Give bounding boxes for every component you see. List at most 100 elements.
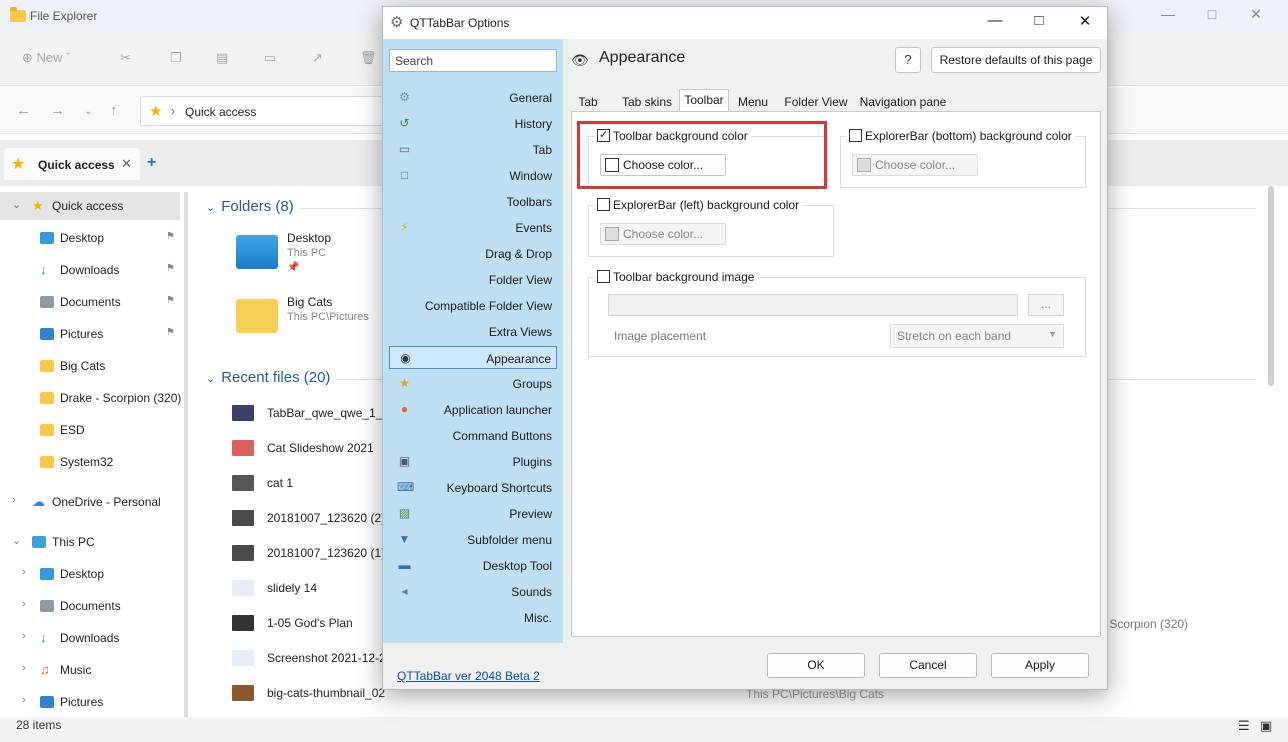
chevron-down-icon[interactable]: ⌄: [12, 198, 21, 211]
recent-files-header[interactable]: ⌄ Recent files (20): [206, 369, 330, 386]
explorerbar-bottom-color-checkbox[interactable]: ExplorerBar (bottom) background color: [846, 129, 1075, 147]
category-sounds[interactable]: ◂ Sounds: [389, 580, 557, 603]
sidebar-item[interactable]: System32: [0, 448, 180, 476]
toolbar-bg-image-checkbox[interactable]: Toolbar background image: [594, 270, 758, 288]
minimize-icon[interactable]: —: [973, 12, 1017, 29]
delete-icon[interactable]: 🗑: [360, 50, 377, 66]
choose-explorerbar-bottom-color-button[interactable]: Choose color...: [852, 154, 978, 176]
image-path-field[interactable]: [608, 294, 1018, 316]
folders-header[interactable]: ⌄ Folders (8): [206, 198, 294, 215]
forward-icon[interactable]: →: [50, 102, 65, 119]
tab-menu[interactable]: Menu: [731, 91, 775, 111]
recent-locations-icon[interactable]: ⌄: [84, 106, 92, 117]
sidebar-item[interactable]: ↓ Downloads ⚑: [0, 256, 180, 284]
tab-navigation-pane[interactable]: Navigation pane: [857, 91, 949, 111]
explorerbar-left-color-checkbox[interactable]: ExplorerBar (left) background color: [594, 198, 803, 216]
category-appearance[interactable]: ◉ Appearance: [389, 346, 557, 369]
back-icon[interactable]: ←: [16, 102, 31, 119]
category-extra-views[interactable]: Extra Views: [389, 320, 557, 343]
sidebar-item[interactable]: Desktop ⚑: [0, 224, 180, 252]
category-plugins[interactable]: ▣ Plugins: [389, 450, 557, 473]
sidebar-item[interactable]: › ☁ OneDrive - Personal: [0, 488, 180, 516]
category-command-buttons[interactable]: Command Buttons: [389, 424, 557, 447]
sidebar-item[interactable]: › ♫ Music: [0, 656, 180, 684]
category-toolbars[interactable]: Toolbars: [389, 190, 557, 213]
choose-explorerbar-left-color-button[interactable]: Choose color...: [600, 223, 726, 245]
close-icon[interactable]: ✕: [1236, 6, 1276, 23]
content-scrollbar[interactable]: [1268, 186, 1274, 386]
category-desktop-tool[interactable]: ▬ Desktop Tool: [389, 554, 557, 577]
tab-quick-access[interactable]: ★ Quick access ✕: [4, 148, 140, 180]
tiles-view-icon[interactable]: ▣: [1260, 718, 1272, 734]
help-button[interactable]: ?: [895, 47, 921, 73]
nav-scrollbar[interactable]: [184, 192, 188, 717]
new-tab-button[interactable]: +: [147, 154, 156, 172]
category-misc[interactable]: Misc.: [389, 606, 557, 629]
sidebar-item[interactable]: Pictures ⚑: [0, 320, 180, 348]
list-item[interactable]: TabBar_qwe_qwe_1_Ta: [232, 403, 382, 425]
category-preview[interactable]: ▨ Preview: [389, 502, 557, 525]
sidebar-item[interactable]: ⌄ ★ Quick access: [0, 192, 180, 220]
category-compatible-folder-view[interactable]: Compatible Folder View: [389, 294, 557, 317]
chevron-right-icon[interactable]: ›: [22, 662, 26, 674]
cut-icon[interactable]: ✂: [120, 50, 131, 66]
chevron-right-icon[interactable]: ›: [22, 694, 26, 706]
tab-tab-skins[interactable]: Tab skins: [617, 91, 677, 111]
details-view-icon[interactable]: ☰: [1238, 718, 1250, 734]
ok-button[interactable]: OK: [767, 653, 865, 678]
version-link[interactable]: QTTabBar ver 2048 Beta 2: [397, 669, 540, 683]
maximize-icon[interactable]: □: [1017, 12, 1061, 29]
category-application-launcher[interactable]: ● Application launcher: [389, 398, 557, 421]
cancel-button[interactable]: Cancel: [879, 653, 977, 678]
category-tab[interactable]: ▭ Tab: [389, 138, 557, 161]
category-keyboard-shortcuts[interactable]: ⌨ Keyboard Shortcuts: [389, 476, 557, 499]
sidebar-item[interactable]: › ↓ Downloads: [0, 624, 180, 652]
close-tab-icon[interactable]: ✕: [121, 156, 132, 172]
paste-icon[interactable]: ▤: [216, 50, 228, 66]
sidebar-item[interactable]: › Desktop: [0, 560, 180, 588]
sidebar-item[interactable]: › Documents: [0, 592, 180, 620]
tab-tab[interactable]: Tab: [573, 91, 603, 111]
sidebar-item[interactable]: Drake - Scorpion (320): [0, 384, 181, 412]
category-window[interactable]: □ Window: [389, 164, 557, 187]
sidebar-item[interactable]: ESD: [0, 416, 180, 444]
category-folder-view[interactable]: Folder View: [389, 268, 557, 291]
folder-name[interactable]: Desktop: [287, 231, 331, 245]
up-icon[interactable]: ↑: [110, 102, 118, 119]
sidebar-item[interactable]: › Pictures: [0, 688, 180, 716]
tab-folder-view[interactable]: Folder View: [781, 91, 851, 111]
rename-icon[interactable]: ▭: [264, 50, 276, 66]
chevron-right-icon[interactable]: ›: [22, 598, 26, 610]
folder-icon[interactable]: [236, 299, 278, 333]
folder-name[interactable]: Big Cats: [287, 295, 332, 309]
category-subfolder-menu[interactable]: ▼ Subfolder menu: [389, 528, 557, 551]
address-bar[interactable]: ★ › Quick access: [140, 96, 390, 126]
tab-toolbar[interactable]: Toolbar: [679, 89, 729, 112]
file-name: cat 1: [267, 476, 294, 490]
explorer-title: File Explorer: [30, 9, 98, 23]
sidebar-item[interactable]: Big Cats: [0, 352, 180, 380]
chevron-down-icon[interactable]: ⌄: [12, 534, 21, 547]
category-groups[interactable]: ★ Groups: [389, 372, 557, 395]
close-icon[interactable]: ✕: [1063, 12, 1107, 30]
sidebar-item[interactable]: Documents ⚑: [0, 288, 180, 316]
new-button[interactable]: ⊕ New ˇ: [22, 50, 70, 66]
chevron-right-icon[interactable]: ›: [22, 630, 26, 642]
category-events[interactable]: ⚡ Events: [389, 216, 557, 239]
maximize-icon[interactable]: □: [1192, 6, 1232, 22]
restore-defaults-button[interactable]: Restore defaults of this page: [931, 47, 1101, 73]
search-input[interactable]: Search: [389, 49, 557, 72]
image-placement-select[interactable]: Stretch on each band ▼: [890, 324, 1064, 348]
category-history[interactable]: ↺ History: [389, 112, 557, 135]
share-icon[interactable]: ↗: [312, 50, 323, 66]
chevron-right-icon[interactable]: ›: [12, 494, 16, 506]
chevron-right-icon[interactable]: ›: [22, 566, 26, 578]
category-general[interactable]: ⚙ General: [389, 86, 557, 109]
desktop-folder-icon[interactable]: [236, 235, 278, 269]
apply-button[interactable]: Apply: [991, 653, 1089, 678]
minimize-icon[interactable]: —: [1148, 6, 1188, 22]
sidebar-item[interactable]: ⌄ This PC: [0, 528, 180, 556]
browse-image-button[interactable]: ...: [1028, 294, 1064, 316]
category-drag-drop[interactable]: Drag & Drop: [389, 242, 557, 265]
copy-icon[interactable]: ❐: [170, 50, 182, 66]
